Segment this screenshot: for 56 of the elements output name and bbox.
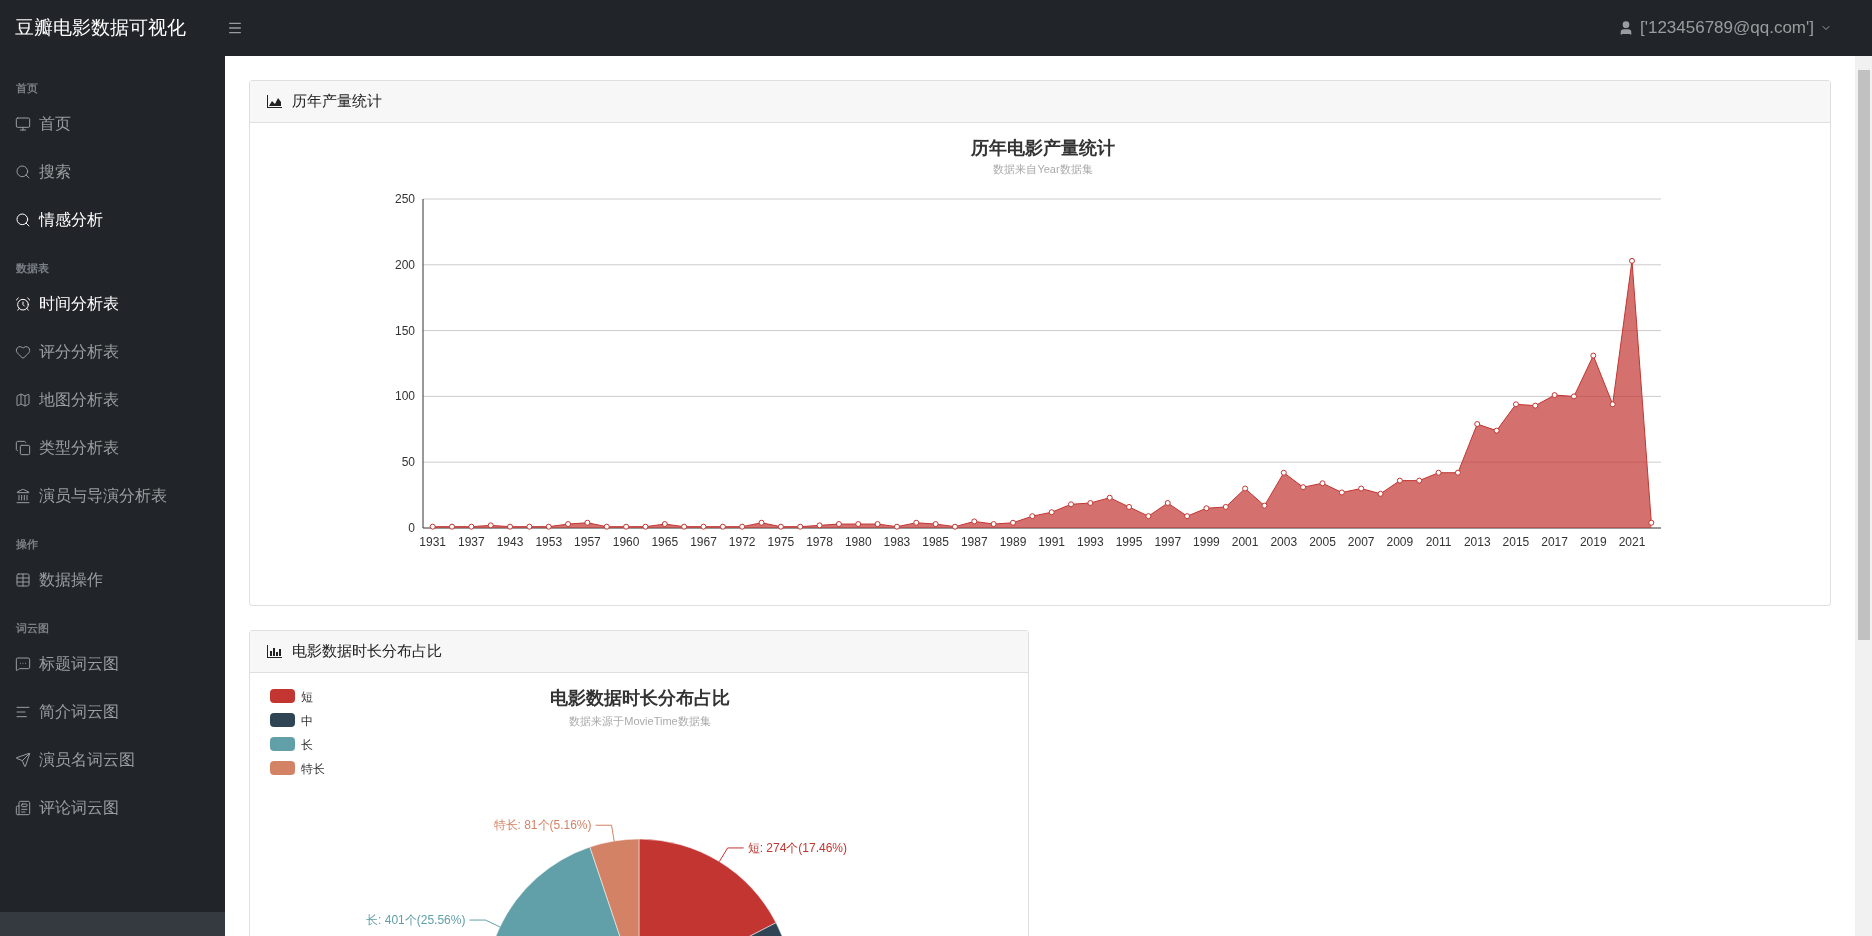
x-axis-label: 1995 (1115, 535, 1143, 549)
x-axis-label: 2013 (1463, 535, 1491, 549)
x-axis-label: 1997 (1154, 535, 1182, 549)
x-axis-label: 1991 (1038, 535, 1065, 549)
legend-label: 短 (301, 690, 313, 704)
x-axis-label: 1985 (922, 535, 949, 549)
x-axis-label: 1980 (844, 535, 872, 549)
y-axis-label: 50 (401, 455, 415, 470)
x-axis-label: 2019 (1579, 535, 1607, 549)
sidebar-heading: 首页 (15, 80, 39, 96)
x-axis-label: 1967 (690, 535, 717, 549)
x-axis-label: 2003 (1270, 535, 1298, 549)
x-axis-label: 2017 (1541, 535, 1568, 549)
slice-label: 长: 401个(25.56%) (366, 913, 466, 928)
slice-label: 短: 274个(17.46%) (747, 840, 848, 855)
x-axis-label: 1972 (728, 535, 756, 549)
x-axis-label: 1975 (767, 535, 795, 549)
chart-subtitle: 数据来自Year数据集 (993, 163, 1093, 175)
x-axis-label: 2009 (1386, 535, 1414, 549)
x-axis-label: 2007 (1347, 535, 1375, 549)
legend-label: 长 (301, 738, 313, 752)
x-axis-label: 1978 (806, 535, 833, 549)
x-axis-label: 1989 (999, 535, 1027, 549)
slice-label: 特长: 81个(5.16%) (493, 818, 592, 833)
brand-title: 豆瓣电影数据可视化 (14, 15, 187, 40)
x-axis-label: 1999 (1193, 535, 1220, 549)
x-axis-label: 1960 (612, 535, 640, 549)
y-axis-label: 150 (394, 323, 415, 338)
x-axis-label: 1965 (651, 535, 679, 549)
legend-label: 中 (301, 714, 313, 728)
x-axis-label: 1931 (419, 535, 446, 549)
x-axis-label: 2015 (1502, 535, 1530, 549)
x-axis-label: 1943 (496, 535, 524, 549)
legend-label: 特长 (301, 762, 325, 776)
x-axis-label: 1957 (574, 535, 601, 549)
x-axis-label: 1953 (535, 535, 563, 549)
x-axis-label: 2001 (1231, 535, 1259, 549)
x-axis-label: 1937 (458, 535, 485, 549)
x-axis-label: 2021 (1618, 535, 1646, 549)
sidebar-heading: 词云图 (15, 620, 50, 636)
x-axis-label: 1983 (883, 535, 911, 549)
card-title: 历年产量统计 (292, 91, 382, 112)
chart-title: 历年电影产量统计 (971, 138, 1115, 158)
sidebar-heading: 数据表 (15, 260, 50, 276)
chart-title: 电影数据时长分布占比 (550, 688, 730, 708)
y-axis-label: 250 (394, 192, 415, 206)
y-axis-label: 100 (394, 389, 415, 404)
x-axis-label: 2011 (1425, 535, 1452, 549)
chart-subtitle: 数据来源于MovieTime数据集 (569, 715, 711, 727)
x-axis-label: 1987 (960, 535, 988, 549)
sidebar-heading: 操作 (15, 536, 39, 552)
x-axis-label: 2005 (1309, 535, 1336, 549)
y-axis-label: 0 (408, 521, 415, 535)
card-title: 电影数据时长分布占比 (292, 641, 442, 662)
x-axis-label: 1993 (1077, 535, 1104, 549)
y-axis-label: 200 (394, 257, 415, 272)
